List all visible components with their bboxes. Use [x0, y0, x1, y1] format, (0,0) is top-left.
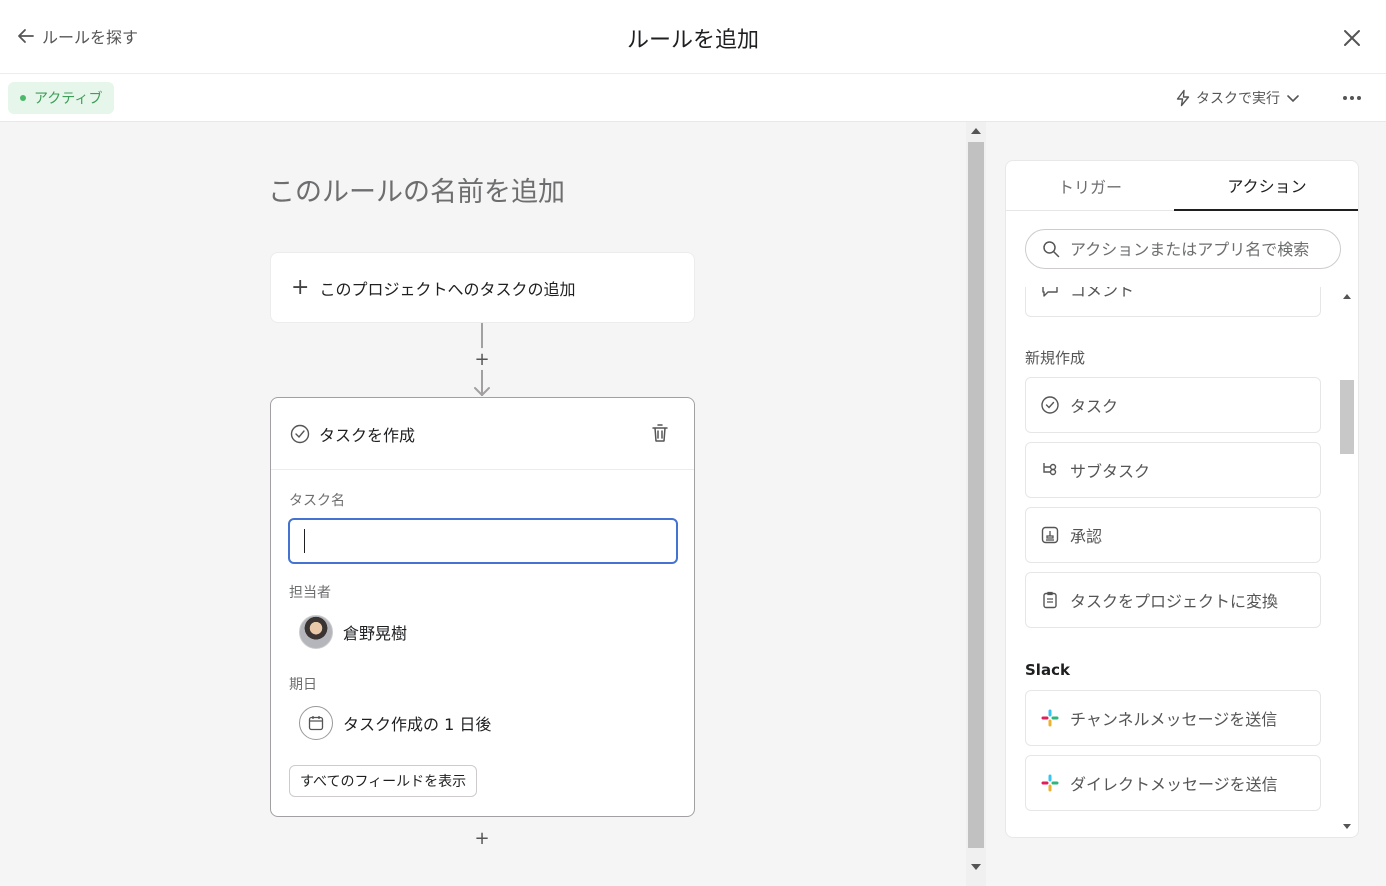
search-input[interactable]: [1070, 239, 1330, 259]
panel-scrollbar[interactable]: [1336, 286, 1358, 838]
slack-icon: [1041, 774, 1059, 792]
group-label-create: 新規作成: [1025, 349, 1086, 367]
page-title: ルールを追加: [626, 28, 759, 53]
action-list: コメント 新規作成 タスク サブタスク 承認 タスクをプロジェクトに変換 Sla…: [1006, 287, 1358, 837]
list-item-label: チャンネルメッセージを送信: [1070, 710, 1278, 729]
tab-triggers[interactable]: トリガー: [1006, 161, 1174, 211]
assignee-name: 倉野晃樹: [343, 624, 408, 643]
status-label: アクティブ: [34, 91, 103, 107]
rule-canvas: このルールの名前を追加 + このプロジェクトへのタスクの追加 + タスクを作成 …: [0, 122, 966, 886]
due-date-selector[interactable]: タスク作成の 1 日後: [299, 706, 491, 740]
scrollbar-thumb[interactable]: [968, 142, 984, 848]
back-to-rules-link[interactable]: ルールを探す: [16, 24, 138, 48]
run-trigger-dropdown[interactable]: タスクで実行: [1174, 87, 1302, 109]
trigger-label: このプロジェクトへのタスクの追加: [319, 279, 576, 299]
add-step-button[interactable]: +: [471, 348, 493, 370]
run-trigger-label: タスクで実行: [1196, 91, 1280, 107]
action-search[interactable]: [1025, 229, 1341, 269]
list-item-comment[interactable]: コメント: [1025, 287, 1321, 317]
panel-tabs: トリガー アクション: [1006, 161, 1358, 211]
list-item-subtask[interactable]: サブタスク: [1025, 442, 1321, 498]
action-card-header: タスクを作成: [271, 398, 694, 470]
due-date-value: タスク作成の 1 日後: [343, 715, 492, 734]
more-options-icon[interactable]: [1338, 86, 1366, 110]
header: ルールを探す ルールを追加: [0, 0, 1386, 74]
calendar-icon: [299, 706, 333, 740]
trigger-card[interactable]: + このプロジェクトへのタスクの追加: [270, 252, 695, 323]
actions-panel: トリガー アクション コメント 新規作成 タスク サブタスク 承認 タスクをプロ…: [1005, 160, 1359, 838]
list-item-label: コメント: [1070, 287, 1135, 300]
list-item-label: ダイレクトメッセージを送信: [1070, 775, 1278, 794]
group-label-slack: Slack: [1025, 661, 1070, 679]
list-item-label: タスクをプロジェクトに変換: [1070, 592, 1279, 611]
tab-actions[interactable]: アクション: [1174, 161, 1358, 211]
comment-icon: [1042, 287, 1058, 297]
list-item-label: サブタスク: [1070, 462, 1151, 481]
arrow-down-icon: [474, 380, 490, 396]
subtask-icon: [1043, 463, 1057, 476]
arrow-left-icon: [18, 29, 34, 43]
assignee-label: 担当者: [289, 585, 331, 601]
slack-icon: [1041, 709, 1059, 727]
create-task-action-card: タスクを作成 タスク名 担当者 倉野晃樹 期日 タスク作成の 1 日後 すべての…: [270, 397, 695, 817]
list-item-label: 承認: [1070, 527, 1103, 546]
lightning-icon: [1176, 89, 1190, 107]
plus-icon: +: [291, 274, 310, 300]
check-circle-plus-icon: [1041, 396, 1059, 414]
approval-icon: [1041, 526, 1059, 544]
task-name-input[interactable]: [288, 518, 678, 564]
task-name-label: タスク名: [289, 493, 345, 509]
scroll-up-icon[interactable]: [1343, 294, 1351, 299]
check-circle-plus-icon: [290, 424, 310, 443]
status-badge[interactable]: アクティブ: [8, 82, 115, 114]
text-caret: [304, 529, 305, 553]
scroll-down-icon[interactable]: [971, 864, 981, 870]
scroll-down-icon[interactable]: [1343, 824, 1351, 829]
show-all-fields-button[interactable]: すべてのフィールドを表示: [289, 765, 478, 797]
scroll-up-icon[interactable]: [971, 128, 981, 134]
list-item-slack-channel-message[interactable]: チャンネルメッセージを送信: [1025, 690, 1321, 746]
sub-toolbar: アクティブ タスクで実行: [0, 74, 1386, 122]
avatar: [299, 615, 333, 649]
action-title: タスクを作成: [319, 425, 416, 445]
status-dot-icon: [20, 95, 26, 101]
trash-icon[interactable]: [648, 421, 672, 445]
close-icon[interactable]: [1338, 24, 1366, 52]
list-item-label: タスク: [1070, 397, 1119, 416]
assignee-selector[interactable]: 倉野晃樹: [299, 615, 407, 649]
due-date-label: 期日: [289, 677, 317, 693]
chevron-down-icon: [1287, 95, 1299, 103]
rule-name-field[interactable]: このルールの名前を追加: [268, 170, 565, 209]
list-item-task[interactable]: タスク: [1025, 377, 1321, 433]
canvas-scrollbar[interactable]: [966, 122, 986, 886]
list-item-approval[interactable]: 承認: [1025, 507, 1321, 563]
convert-clipboard-icon: [1043, 591, 1057, 609]
scrollbar-thumb[interactable]: [1340, 380, 1354, 454]
list-item-slack-direct-message[interactable]: ダイレクトメッセージを送信: [1025, 755, 1321, 811]
search-icon: [1043, 241, 1060, 258]
add-step-bottom-button[interactable]: +: [471, 827, 493, 849]
list-item-convert-to-project[interactable]: タスクをプロジェクトに変換: [1025, 572, 1321, 628]
back-link-label: ルールを探す: [42, 28, 139, 47]
